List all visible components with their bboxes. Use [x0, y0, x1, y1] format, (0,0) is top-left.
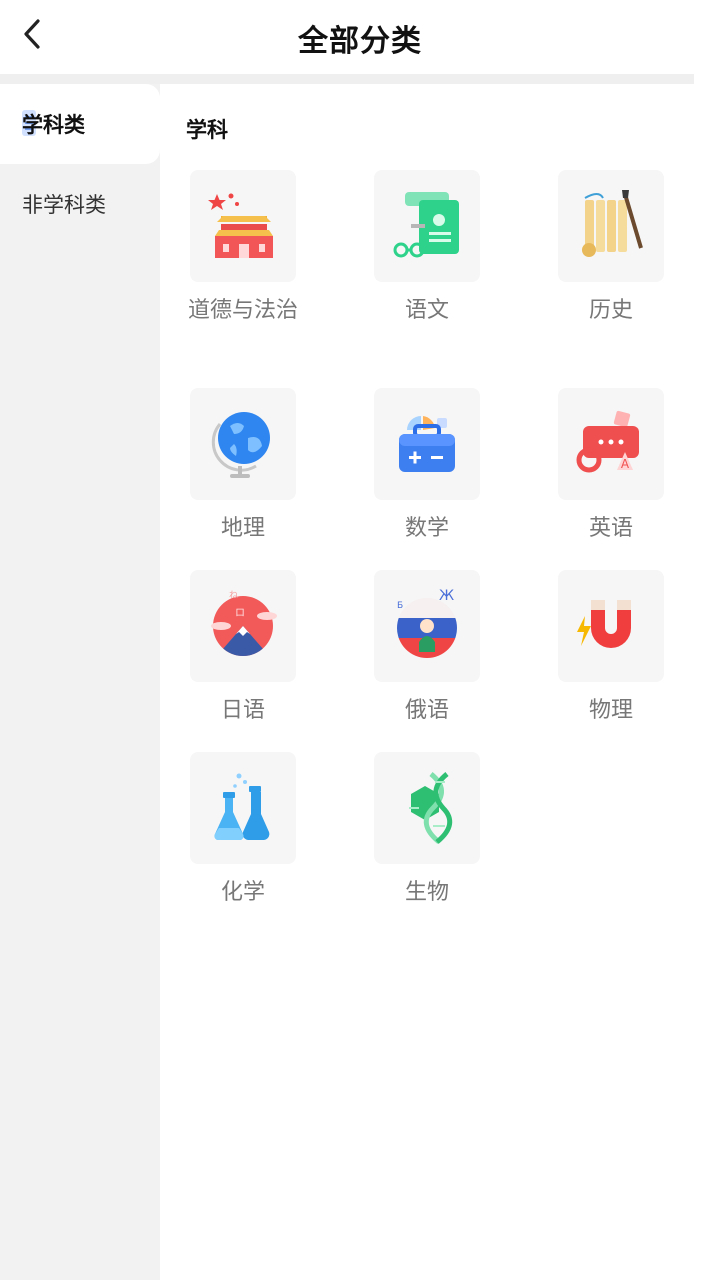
subject-label: 地理	[220, 516, 265, 541]
math-toolbox-icon	[374, 388, 480, 500]
subject-tile-english[interactable]: A 英语	[536, 388, 686, 546]
svg-text:ね: ね	[229, 590, 238, 601]
subject-label: 物理	[588, 698, 633, 723]
flask-icon	[190, 752, 296, 864]
section-title: 学科	[186, 118, 228, 142]
subject-label: 化学	[220, 880, 265, 905]
sidebar-item-label: 非学科类	[22, 193, 106, 217]
subject-label: 俄语	[404, 698, 449, 723]
subject-panel: 学科 道德与法治 语文 历史 地理 数学 A 英语 ロ ね 日语 Ж Б 俄语 …	[160, 84, 694, 1280]
tiananmen-icon	[190, 170, 296, 282]
subject-tile-ethics-law[interactable]: 道德与法治	[168, 170, 318, 328]
svg-text:A: A	[621, 457, 630, 471]
subject-label: 语文	[404, 298, 449, 323]
sidebar-item-academic[interactable]: 学科类	[0, 84, 160, 164]
subject-tile-biology[interactable]: 生物	[352, 752, 502, 910]
russia-icon: Ж Б	[374, 570, 480, 682]
subject-tile-chemistry[interactable]: 化学	[168, 752, 318, 910]
svg-text:Ж: Ж	[439, 588, 454, 604]
subject-label: 生物	[404, 880, 449, 905]
bamboo-slips-icon	[558, 170, 664, 282]
category-sidebar: 学科类 非学科类	[0, 84, 160, 1280]
header-divider	[0, 74, 694, 84]
subject-tile-japanese[interactable]: ロ ね 日语	[168, 570, 318, 728]
subject-label: 数学	[404, 516, 449, 541]
subject-tile-chinese[interactable]: 语文	[352, 170, 502, 328]
svg-text:ロ: ロ	[235, 608, 245, 619]
sidebar-item-label: 学科类	[22, 113, 85, 137]
magnet-icon	[558, 570, 664, 682]
subject-label: 日语	[220, 698, 265, 723]
mount-fuji-icon: ロ ね	[190, 570, 296, 682]
page-title: 全部分类	[298, 24, 422, 59]
sidebar-item-non-academic[interactable]: 非学科类	[0, 164, 160, 244]
subject-tile-geography[interactable]: 地理	[168, 388, 318, 546]
subject-label: 英语	[588, 516, 633, 541]
svg-text:Б: Б	[397, 601, 403, 611]
right-gutter	[694, 74, 720, 1280]
scroll-certificate-icon	[374, 170, 480, 282]
subject-label: 道德与法治	[188, 298, 299, 323]
subject-tile-russian[interactable]: Ж Б 俄语	[352, 570, 502, 728]
dna-icon	[374, 752, 480, 864]
subject-tile-math[interactable]: 数学	[352, 388, 502, 546]
globe-icon	[190, 388, 296, 500]
subject-tile-history[interactable]: 历史	[536, 170, 686, 328]
subject-tile-physics[interactable]: 物理	[536, 570, 686, 728]
chat-bubble-abc-icon: A	[558, 388, 664, 500]
subject-label: 历史	[588, 298, 633, 323]
top-bar: 全部分类	[0, 0, 720, 74]
